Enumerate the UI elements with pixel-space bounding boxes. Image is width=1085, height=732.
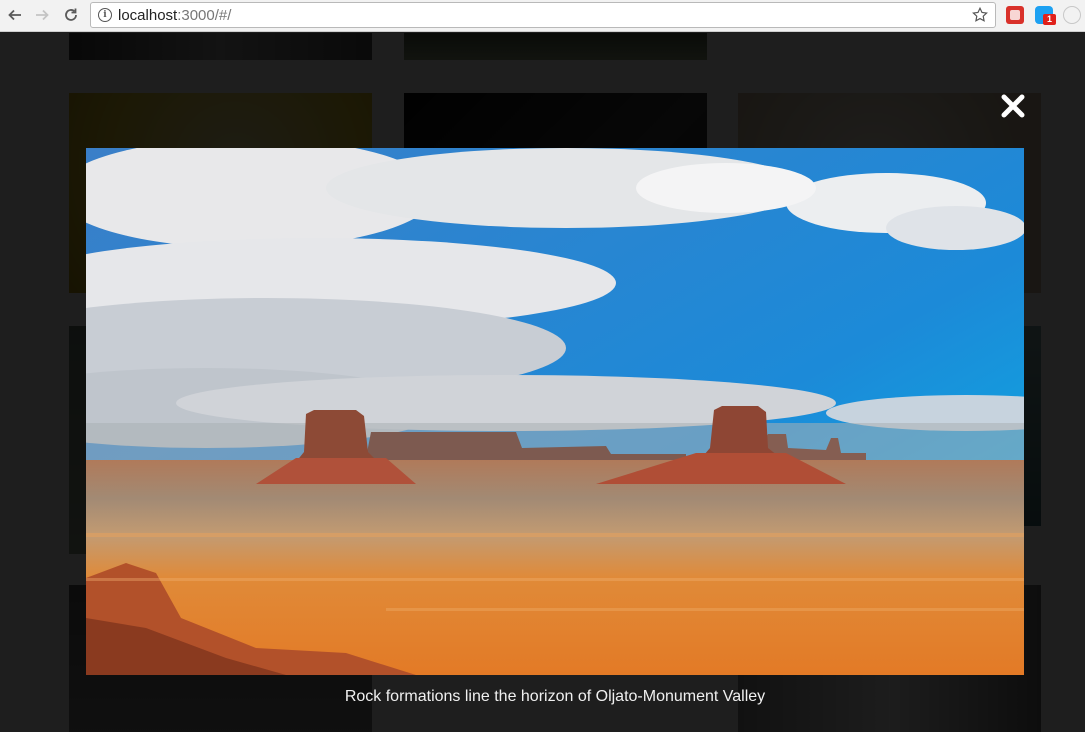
extension-icon-gray[interactable] [1063, 6, 1081, 24]
arrow-left-icon [8, 9, 21, 21]
close-icon [1001, 94, 1025, 118]
arrow-right-icon [36, 9, 49, 21]
reload-button[interactable] [60, 4, 82, 26]
info-icon[interactable]: i [98, 8, 112, 22]
back-button[interactable] [4, 4, 26, 26]
address-bar[interactable]: i localhost:3000/#/ [90, 2, 996, 28]
browser-toolbar: i localhost:3000/#/ 1 [0, 0, 1085, 32]
monument-valley-photo [86, 148, 1024, 675]
url-host: localhost [118, 7, 178, 24]
extension-icon-red[interactable] [1006, 6, 1024, 24]
url-path: :3000/#/ [177, 7, 232, 24]
image-caption: Rock formations line the horizon of Olja… [344, 688, 766, 705]
extension-badge: 1 [1043, 14, 1056, 25]
close-button[interactable] [1000, 93, 1026, 119]
lightbox-image [86, 148, 1024, 675]
url-text: localhost:3000/#/ [118, 7, 231, 24]
reload-icon [65, 8, 77, 21]
bookmark-star-icon[interactable] [971, 6, 989, 24]
forward-button[interactable] [31, 4, 53, 26]
